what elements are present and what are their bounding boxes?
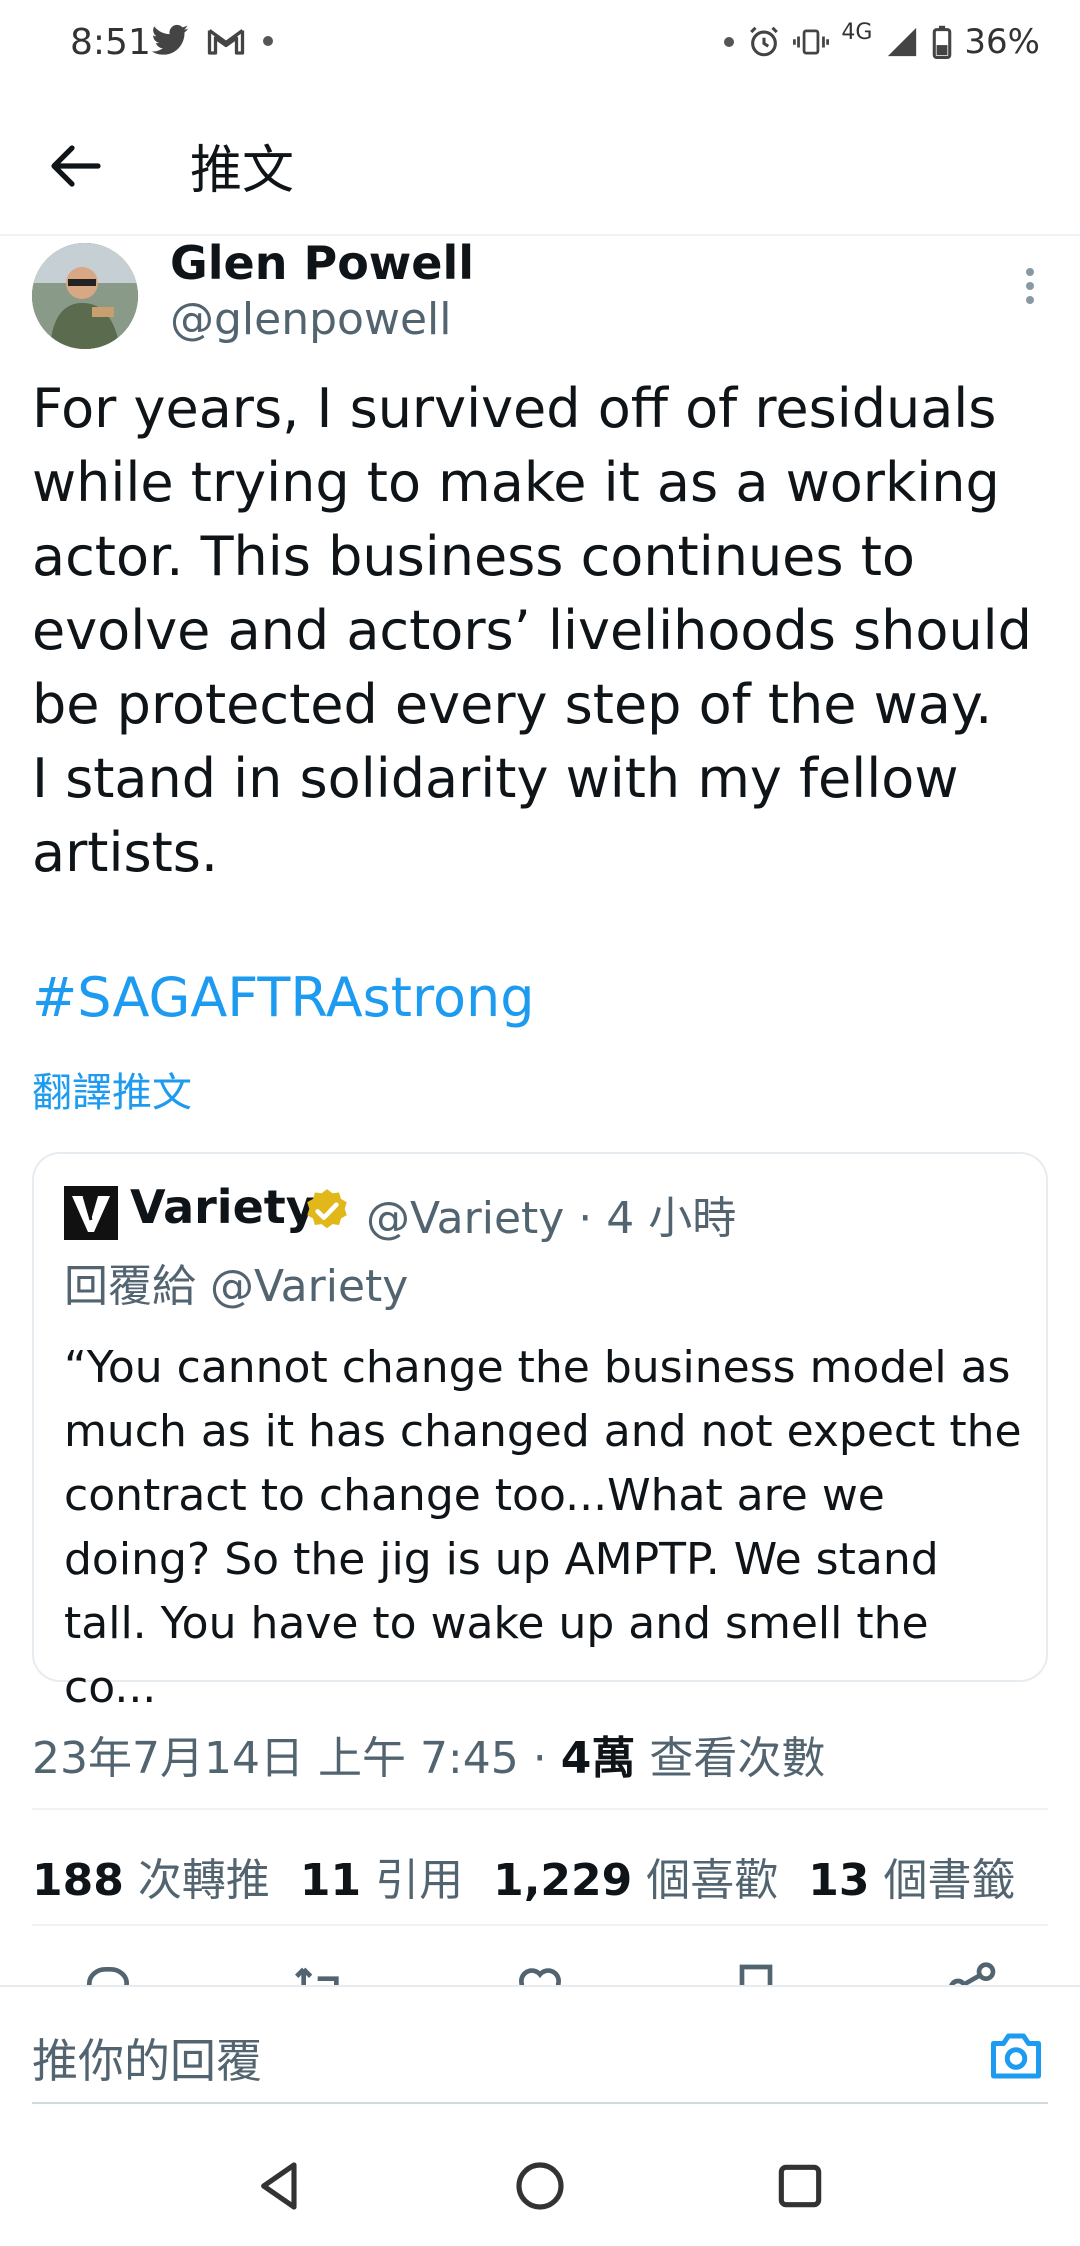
tweet-stats: 188 次轉推 11 引用 1,229 個喜歡 13 個書籤 xyxy=(32,1844,1016,1908)
status-icons-right: 4G 36% xyxy=(723,19,1040,62)
vibrate-icon xyxy=(793,29,830,55)
camera-button[interactable] xyxy=(986,2026,1046,2086)
back-button[interactable] xyxy=(40,130,112,202)
nav-recents-icon[interactable] xyxy=(772,2158,828,2214)
network-type: 4G xyxy=(841,19,873,45)
gmail-icon xyxy=(207,29,245,55)
twitter-bird-icon xyxy=(151,24,189,55)
camera-icon xyxy=(991,2033,1041,2079)
more-vertical-icon xyxy=(1026,268,1034,304)
bookmarks-stat[interactable]: 13 個書籤 xyxy=(808,1844,1015,1908)
bookmarks-label: 個書籤 xyxy=(883,1855,1016,1906)
author-name[interactable]: Glen Powell xyxy=(170,236,474,290)
nav-home-icon[interactable] xyxy=(512,2158,568,2214)
action-row xyxy=(0,1960,1080,1988)
quotes-stat[interactable]: 11 引用 xyxy=(300,1844,463,1908)
author-handle[interactable]: @glenpowell xyxy=(170,294,451,345)
share-icon[interactable] xyxy=(944,1960,1000,1988)
arrow-left-icon xyxy=(51,145,101,187)
views-label[interactable]: 查看次數 xyxy=(635,1733,825,1784)
quote-reply-to: 回覆給 @Variety xyxy=(64,1261,409,1312)
bookmark-icon[interactable] xyxy=(728,1960,784,1988)
like-icon[interactable] xyxy=(512,1960,568,1988)
battery-percent: 36% xyxy=(964,22,1040,62)
tweet-text: For years, I survived off of residuals w… xyxy=(32,377,1032,884)
dot-icon xyxy=(724,37,735,47)
likes-label: 個喜歡 xyxy=(646,1855,779,1906)
retweets-label: 次轉推 xyxy=(137,1855,270,1906)
quote-text: “You cannot change the business model as… xyxy=(64,1342,1022,1713)
timestamp-text: 23年7月14日 上午 7:45 · xyxy=(32,1733,561,1784)
verified-badge-icon xyxy=(302,1186,352,1236)
alarm-icon xyxy=(750,26,779,57)
bookmarks-count: 13 xyxy=(808,1855,870,1906)
battery-icon xyxy=(933,25,952,59)
retweets-count: 188 xyxy=(32,1855,124,1906)
views-count[interactable]: 4萬 xyxy=(561,1733,636,1784)
avatar[interactable] xyxy=(32,243,138,349)
retweets-stat[interactable]: 188 次轉推 xyxy=(32,1844,270,1908)
quote-author-name: Variety xyxy=(130,1180,316,1234)
more-options-button[interactable] xyxy=(1010,266,1050,306)
dot-icon xyxy=(263,36,273,46)
retweet-icon[interactable] xyxy=(292,1960,348,1988)
tweet-timestamp: 23年7月14日 上午 7:45 · 4萬 查看次數 xyxy=(32,1722,825,1786)
variety-logo-icon xyxy=(64,1186,118,1240)
quotes-count: 11 xyxy=(299,1855,362,1906)
reply-input[interactable]: 推你的回覆 xyxy=(32,2025,262,2091)
divider xyxy=(32,1808,1048,1810)
divider xyxy=(32,1924,1048,1926)
reply-icon[interactable] xyxy=(80,1960,136,1988)
status-time: 8:51 xyxy=(70,22,151,63)
status-icons-left xyxy=(150,24,274,58)
quotes-label: 引用 xyxy=(375,1855,464,1906)
translate-tweet-link[interactable]: 翻譯推文 xyxy=(32,1060,192,1118)
likes-stat[interactable]: 1,229 個喜歡 xyxy=(493,1844,778,1908)
quote-handle-time: @Variety · 4 小時 xyxy=(366,1193,737,1244)
app-bar xyxy=(0,88,1080,236)
reply-underline xyxy=(32,2102,1048,2104)
signal-strength-icon xyxy=(888,27,917,57)
nav-back-icon[interactable] xyxy=(252,2158,308,2214)
hashtag-link[interactable]: #SAGAFTRAstrong xyxy=(32,966,535,1029)
page-title: 推文 xyxy=(190,141,295,201)
likes-count: 1,229 xyxy=(493,1855,633,1906)
